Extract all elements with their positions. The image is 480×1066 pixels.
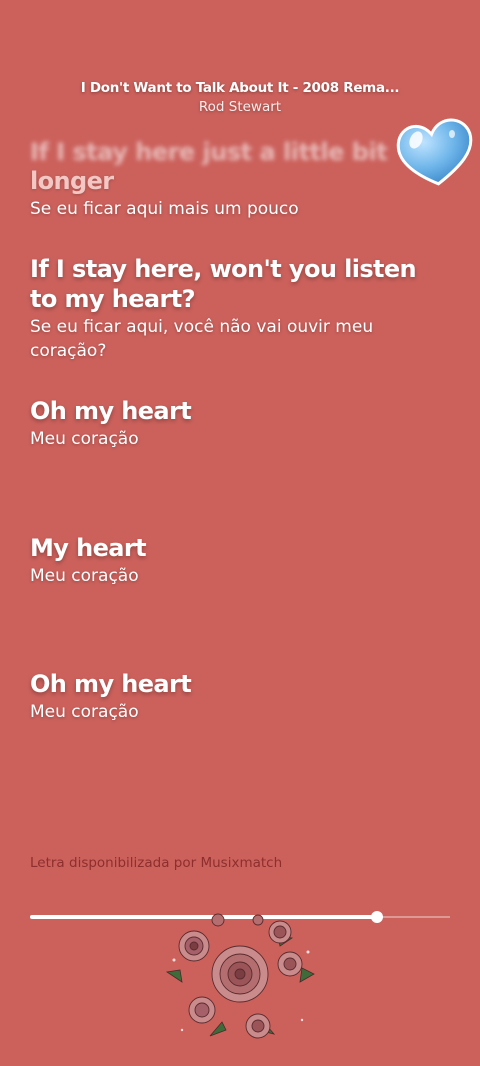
rose-bouquet-sticker-icon	[165, 913, 315, 1039]
lyric-original: If I stay here, won't you listen to my h…	[30, 255, 417, 313]
progress-thumb[interactable]	[370, 911, 383, 923]
lyric-translation: Se eu ficar aqui mais um pouco	[30, 199, 299, 219]
lyric-translation: Meu coração	[30, 566, 139, 586]
lyric-original: My heart	[30, 534, 147, 562]
lyric-line[interactable]: My heart Meu coração	[30, 533, 450, 588]
lyric-line-past[interactable]: If I stay here just a little bit longer …	[30, 138, 450, 221]
artist-name[interactable]: Rod Stewart	[0, 99, 480, 115]
lyric-faded-text: If I stay here just a little bit	[30, 138, 388, 166]
lyric-line-active[interactable]: If I stay here, won't you listen to my h…	[30, 254, 450, 363]
lyric-translation: Se eu ficar aqui, você não vai ouvir meu…	[30, 317, 374, 361]
lyric-original: Oh my heart	[30, 397, 192, 425]
now-playing-header: I Don't Want to Talk About It - 2008 Rem…	[0, 80, 480, 115]
lyrics-credit: Letra disponibilizada por Musixmatch	[30, 855, 283, 871]
lyric-line[interactable]: Oh my heart Meu coração	[30, 669, 450, 724]
lyric-original: Oh my heart	[30, 670, 192, 698]
lyric-original: longer	[30, 167, 114, 195]
lyric-translation: Meu coração	[30, 702, 139, 722]
lyric-translation: Meu coração	[30, 429, 139, 449]
lyric-line[interactable]: Oh my heart Meu coração	[30, 396, 450, 451]
song-title[interactable]: I Don't Want to Talk About It - 2008 Rem…	[0, 80, 480, 96]
